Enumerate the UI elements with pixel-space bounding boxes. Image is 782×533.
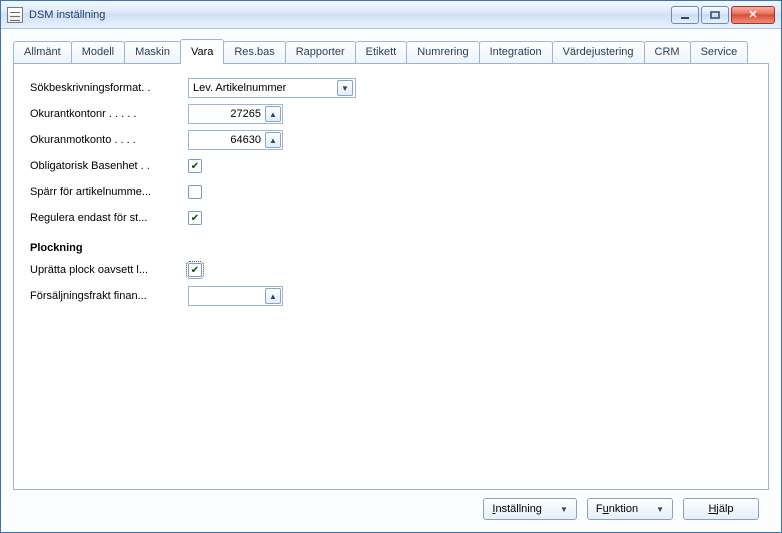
tab-crm[interactable]: CRM (644, 41, 691, 63)
tab-integration[interactable]: Integration (479, 41, 553, 63)
row-frakt: Försäljningsfrakt finan... ▲ (30, 286, 752, 306)
lookup-frakt[interactable]: ▲ (188, 286, 283, 306)
input-okuranmotkonto[interactable]: 64630 ▲ (188, 130, 283, 150)
form-icon (7, 7, 23, 23)
input-okuranmotkonto-value: 64630 (193, 134, 265, 146)
row-upratta: Uprätta plock oavsett l... ✔ (30, 260, 752, 280)
label-okurantkontonr: Okurantkontonr . . . . . (30, 108, 188, 120)
input-okurantkontonr[interactable]: 27265 ▲ (188, 104, 283, 124)
tab-strip: Allmänt Modell Maskin Vara Res.bas Rappo… (13, 39, 769, 63)
lookup-arrow-icon[interactable]: ▲ (265, 288, 281, 304)
lookup-arrow-icon[interactable]: ▲ (265, 106, 281, 122)
chevron-down-icon[interactable]: ▼ (337, 80, 353, 96)
dropdown-sokbeskriv-value: Lev. Artikelnummer (193, 82, 286, 94)
label-sokbeskriv: Sökbeskrivningsformat. . (30, 82, 188, 94)
section-plockning-title: Plockning (30, 242, 752, 254)
window-buttons: ✕ (667, 4, 779, 26)
lookup-arrow-icon[interactable]: ▲ (265, 132, 281, 148)
tab-numrering[interactable]: Numrering (406, 41, 479, 63)
input-okurantkontonr-value: 27265 (193, 108, 265, 120)
checkbox-regulera[interactable]: ✔ (188, 211, 202, 225)
tab-allmant[interactable]: Allmänt (13, 41, 72, 63)
maximize-icon (710, 11, 720, 19)
maximize-button[interactable] (701, 6, 729, 24)
tab-service[interactable]: Service (690, 41, 749, 63)
titlebar[interactable]: DSM inställning ✕ (1, 1, 781, 29)
dropdown-sokbeskriv[interactable]: Lev. Artikelnummer ▼ (188, 78, 356, 98)
button-funktion[interactable]: Funktion ▼ (587, 498, 673, 520)
checkbox-upratta[interactable]: ✔ (188, 263, 202, 277)
window-frame: DSM inställning ✕ Allmänt Modell Maskin … (0, 0, 782, 533)
footer-buttons: Inställning ▼ Funktion ▼ Hjälp (13, 490, 769, 524)
tab-modell[interactable]: Modell (71, 41, 125, 63)
chevron-down-icon: ▼ (560, 505, 568, 514)
button-installning-label: Inställning (492, 503, 542, 515)
tab-vardejustering[interactable]: Värdejustering (552, 41, 645, 63)
close-button[interactable]: ✕ (731, 6, 775, 24)
tab-resbas[interactable]: Res.bas (223, 41, 285, 63)
row-sparr: Spärr för artikelnumme... (30, 182, 752, 202)
row-sokbeskriv: Sökbeskrivningsformat. . Lev. Artikelnum… (30, 78, 752, 98)
label-upratta: Uprätta plock oavsett l... (30, 264, 188, 276)
row-okuranmotkonto: Okuranmotkonto . . . . 64630 ▲ (30, 130, 752, 150)
label-okuranmotkonto: Okuranmotkonto . . . . (30, 134, 188, 146)
tab-rapporter[interactable]: Rapporter (285, 41, 356, 63)
row-okurantkontonr: Okurantkontonr . . . . . 27265 ▲ (30, 104, 752, 124)
row-regulera: Regulera endast för st... ✔ (30, 208, 752, 228)
checkbox-obligatorisk[interactable]: ✔ (188, 159, 202, 173)
button-hjalp-label: Hjälp (708, 503, 733, 515)
button-installning[interactable]: Inställning ▼ (483, 498, 576, 520)
button-hjalp[interactable]: Hjälp (683, 498, 759, 520)
minimize-icon (680, 11, 690, 19)
client-area: Allmänt Modell Maskin Vara Res.bas Rappo… (1, 29, 781, 532)
close-icon: ✕ (748, 8, 757, 21)
window-title: DSM inställning (29, 9, 667, 21)
tab-page-vara: Sökbeskrivningsformat. . Lev. Artikelnum… (13, 63, 769, 490)
button-funktion-label: Funktion (596, 503, 638, 515)
label-sparr: Spärr för artikelnumme... (30, 186, 188, 198)
tab-vara[interactable]: Vara (180, 39, 224, 64)
label-regulera: Regulera endast för st... (30, 212, 188, 224)
row-obligatorisk: Obligatorisk Basenhet . . ✔ (30, 156, 752, 176)
label-obligatorisk: Obligatorisk Basenhet . . (30, 160, 188, 172)
tab-maskin[interactable]: Maskin (124, 41, 181, 63)
chevron-down-icon: ▼ (656, 505, 664, 514)
tab-etikett[interactable]: Etikett (355, 41, 408, 63)
label-frakt: Försäljningsfrakt finan... (30, 290, 188, 302)
checkbox-sparr[interactable] (188, 185, 202, 199)
minimize-button[interactable] (671, 6, 699, 24)
